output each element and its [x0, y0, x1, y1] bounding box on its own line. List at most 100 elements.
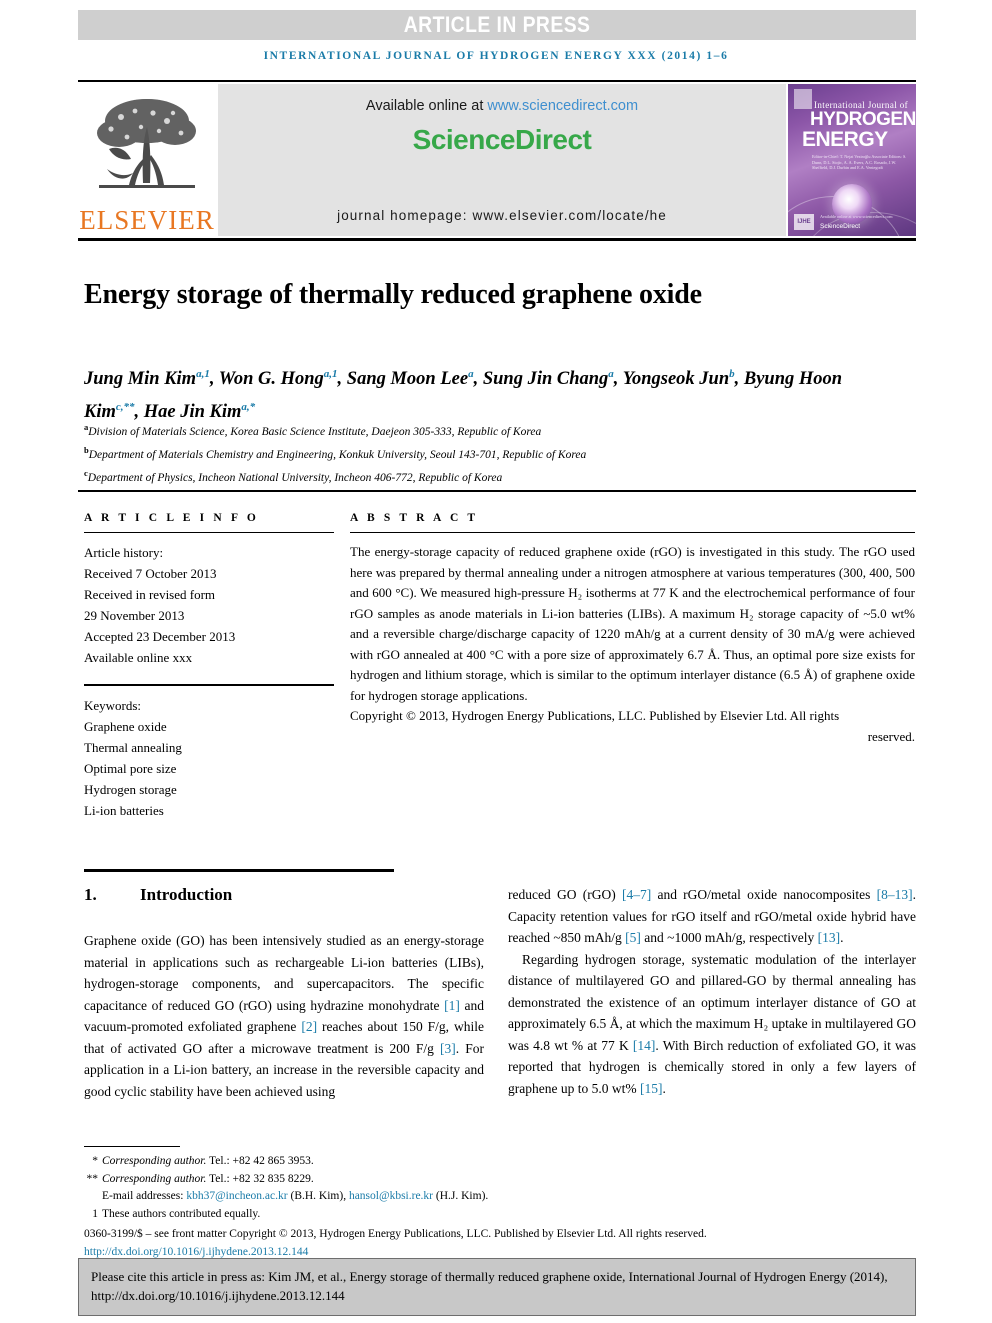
- abstract-text: The energy-storage capacity of reduced g…: [350, 542, 915, 747]
- author-separator: ,: [209, 369, 219, 390]
- affiliation-text: Department of Physics, Incheon National …: [87, 471, 503, 484]
- elsevier-wordmark: ELSEVIER: [79, 205, 215, 235]
- author-name: Sung Jin Chang: [482, 369, 609, 390]
- citation-ref-15[interactable]: [15]: [640, 1081, 663, 1096]
- author-separator: ,: [473, 369, 483, 390]
- citation-ref-14[interactable]: [14]: [633, 1038, 656, 1053]
- cover-elsevier-mark-icon: [794, 89, 812, 109]
- sciencedirect-url-link[interactable]: www.sciencedirect.com: [487, 98, 638, 114]
- author-name: Sang Moon Lee: [346, 369, 469, 390]
- footnote-corr-2-label: Corresponding author.: [102, 1172, 207, 1185]
- intro-paragraph-1-cont: reduced GO (rGO) [4–7] and rGO/metal oxi…: [508, 884, 916, 949]
- footnote-mark-asterisk: *: [92, 1155, 98, 1167]
- article-history-item: Received in revised form: [84, 587, 216, 602]
- abstract-copyright-tail: reserved.: [867, 728, 915, 744]
- intro-r-p1-e: .: [840, 930, 844, 945]
- body-column-right: reduced GO (rGO) [4–7] and rGO/metal oxi…: [508, 884, 916, 1099]
- author-affiliation-mark: a,*: [241, 401, 256, 414]
- footnote-corresponding-2: ** Corresponding author. Tel.: +82 32 835…: [84, 1171, 916, 1189]
- journal-cover-art: International Journal of HYDROGEN ENERGY…: [788, 84, 916, 236]
- paper-page: ARTICLE IN PRESS INTERNATIONAL JOURNAL O…: [0, 0, 992, 1323]
- affiliation-item: bDepartment of Materials Chemistry and E…: [84, 441, 864, 464]
- section-title: Introduction: [140, 885, 233, 904]
- intro-r-p1-b: and rGO/metal oxide nanocomposites: [651, 887, 877, 902]
- article-info-block: A R T I C L E I N F O Article history: R…: [84, 512, 334, 821]
- author-list: Jung Min Kima,1, Won G. Honga,1, Sang Mo…: [84, 360, 844, 426]
- abstract-paragraph: The energy-storage capacity of reduced g…: [350, 544, 915, 703]
- abstract-copyright-main: Copyright © 2013, Hydrogen Energy Public…: [350, 708, 840, 723]
- keyword-items: Graphene oxide Thermal annealing Optimal p…: [84, 716, 334, 821]
- available-online-prefix: Available online at: [365, 98, 488, 114]
- citation-ref-5[interactable]: [5]: [625, 930, 641, 945]
- keywords-label: Keywords:: [84, 698, 142, 713]
- introduction-rule: [84, 869, 394, 872]
- abstract-heading: A B S T R A C T: [350, 512, 479, 524]
- available-online-line: Available online at www.sciencedirect.co…: [366, 98, 638, 114]
- elsevier-tree-icon: [97, 99, 196, 188]
- citation-ref-4-7[interactable]: [4–7]: [622, 887, 651, 902]
- sciencedirect-brand[interactable]: ScienceDirect: [413, 124, 592, 156]
- affiliation-list: aDivision of Materials Science, Korea Ba…: [84, 418, 864, 486]
- cover-ijhe-badge: IJHE: [794, 214, 814, 230]
- footnote-rule: [84, 1146, 180, 1147]
- journal-running-head: INTERNATIONAL JOURNAL OF HYDROGEN ENERGY…: [263, 50, 729, 62]
- footnote-mark-double-asterisk: **: [86, 1172, 99, 1185]
- body-column-left: Graphene oxide (GO) has been intensively…: [84, 930, 484, 1102]
- info-abstract-top-rule: [78, 490, 916, 492]
- journal-homepage-line[interactable]: journal homepage: www.elsevier.com/locat…: [218, 208, 786, 223]
- citation-ref-8-13[interactable]: [8–13]: [877, 887, 913, 902]
- keywords-block: Keywords: Graphene oxide Thermal annealin…: [84, 695, 334, 821]
- masthead: ELSEVIER Available online at www.science…: [78, 84, 916, 236]
- author-separator: ,: [337, 369, 347, 390]
- email-link-2[interactable]: hansol@kbsi.re.kr: [349, 1190, 433, 1202]
- intro-p1-a: Graphene oxide (GO) has been intensively…: [84, 933, 484, 1013]
- article-info-rule: [84, 532, 334, 533]
- email-link-1[interactable]: kbh37@incheon.ac.kr: [186, 1190, 287, 1202]
- footnote-corr-1-label: Corresponding author.: [102, 1155, 207, 1167]
- citation-ref-1[interactable]: [1]: [444, 998, 460, 1013]
- author-affiliation-mark: a,1: [196, 368, 210, 380]
- intro-r-p2-c: .: [662, 1080, 666, 1096]
- masthead-bottom-rule: [78, 238, 916, 241]
- email-2-owner: (H.J. Kim).: [433, 1190, 489, 1202]
- intro-r-p1-a: reduced GO (rGO): [508, 887, 622, 902]
- cover-editors-text: Editor-in-Chief: T. Nejat Veziroğlu Asso…: [812, 154, 907, 171]
- sciencedirect-panel: Available online at www.sciencedirect.co…: [218, 84, 786, 236]
- author-affiliation-mark: a,1: [323, 368, 338, 380]
- keyword-item: Thermal annealing: [84, 740, 182, 755]
- citation-ref-2[interactable]: [2]: [301, 1019, 317, 1034]
- author-name: Yongseok Jun: [622, 369, 730, 390]
- keyword-item: Li-ion batteries: [84, 803, 164, 818]
- cover-sciencedirect-small: ScienceDirect: [820, 223, 861, 230]
- affiliation-text: Department of Materials Chemistry and En…: [88, 448, 587, 461]
- keyword-item: Graphene oxide: [84, 719, 167, 734]
- cover-available-online-small: Available online at www.sciencedirect.co…: [820, 214, 893, 219]
- article-info-heading: A R T I C L E I N F O: [84, 512, 259, 524]
- article-history-items: Received 7 October 2013 Received in revis…: [84, 563, 334, 668]
- abstract-copyright: Copyright © 2013, Hydrogen Energy Public…: [350, 706, 915, 747]
- author-affiliation-mark: c,**: [115, 401, 135, 414]
- affiliation-item: aDivision of Materials Science, Korea Ba…: [84, 418, 864, 441]
- journal-cover-thumbnail: International Journal of HYDROGEN ENERGY…: [788, 84, 916, 236]
- citation-ref-3[interactable]: [3]: [440, 1041, 456, 1056]
- intro-paragraph-1: Graphene oxide (GO) has been intensively…: [84, 930, 484, 1102]
- footnote-corr-2-tel: Tel.: +82 32 835 8229.: [206, 1172, 314, 1185]
- citation-ref-13[interactable]: [13]: [818, 930, 841, 945]
- masthead-top-rule: [78, 80, 916, 82]
- please-cite-box: Please cite this article in press as: Ki…: [78, 1258, 916, 1316]
- article-title: Energy storage of thermally reduced grap…: [84, 278, 702, 310]
- footnote-emails: E-mail addresses: kbh37@incheon.ac.kr (B…: [84, 1188, 916, 1206]
- article-in-press-label: ARTICLE IN PRESS: [403, 12, 591, 37]
- affiliation-item: cDepartment of Physics, Incheon National…: [84, 464, 864, 487]
- footnote-equal-contribution: 1 These authors contributed equally.: [84, 1206, 916, 1224]
- email-addresses-label: E-mail addresses:: [102, 1190, 184, 1202]
- author-separator: ,: [613, 369, 623, 390]
- abstract-block: A B S T R A C T The energy-storage capac…: [350, 512, 915, 747]
- keyword-item: Hydrogen storage: [84, 782, 177, 797]
- abstract-rule: [350, 532, 915, 533]
- footnote-corr-1-tel: Tel.: +82 42 865 3953.: [206, 1155, 314, 1167]
- elsevier-logo: ELSEVIER: [78, 84, 216, 236]
- email-1-owner: (B.H. Kim),: [287, 1190, 349, 1202]
- section-number: 1.: [84, 885, 97, 904]
- author-separator: ,: [734, 369, 744, 390]
